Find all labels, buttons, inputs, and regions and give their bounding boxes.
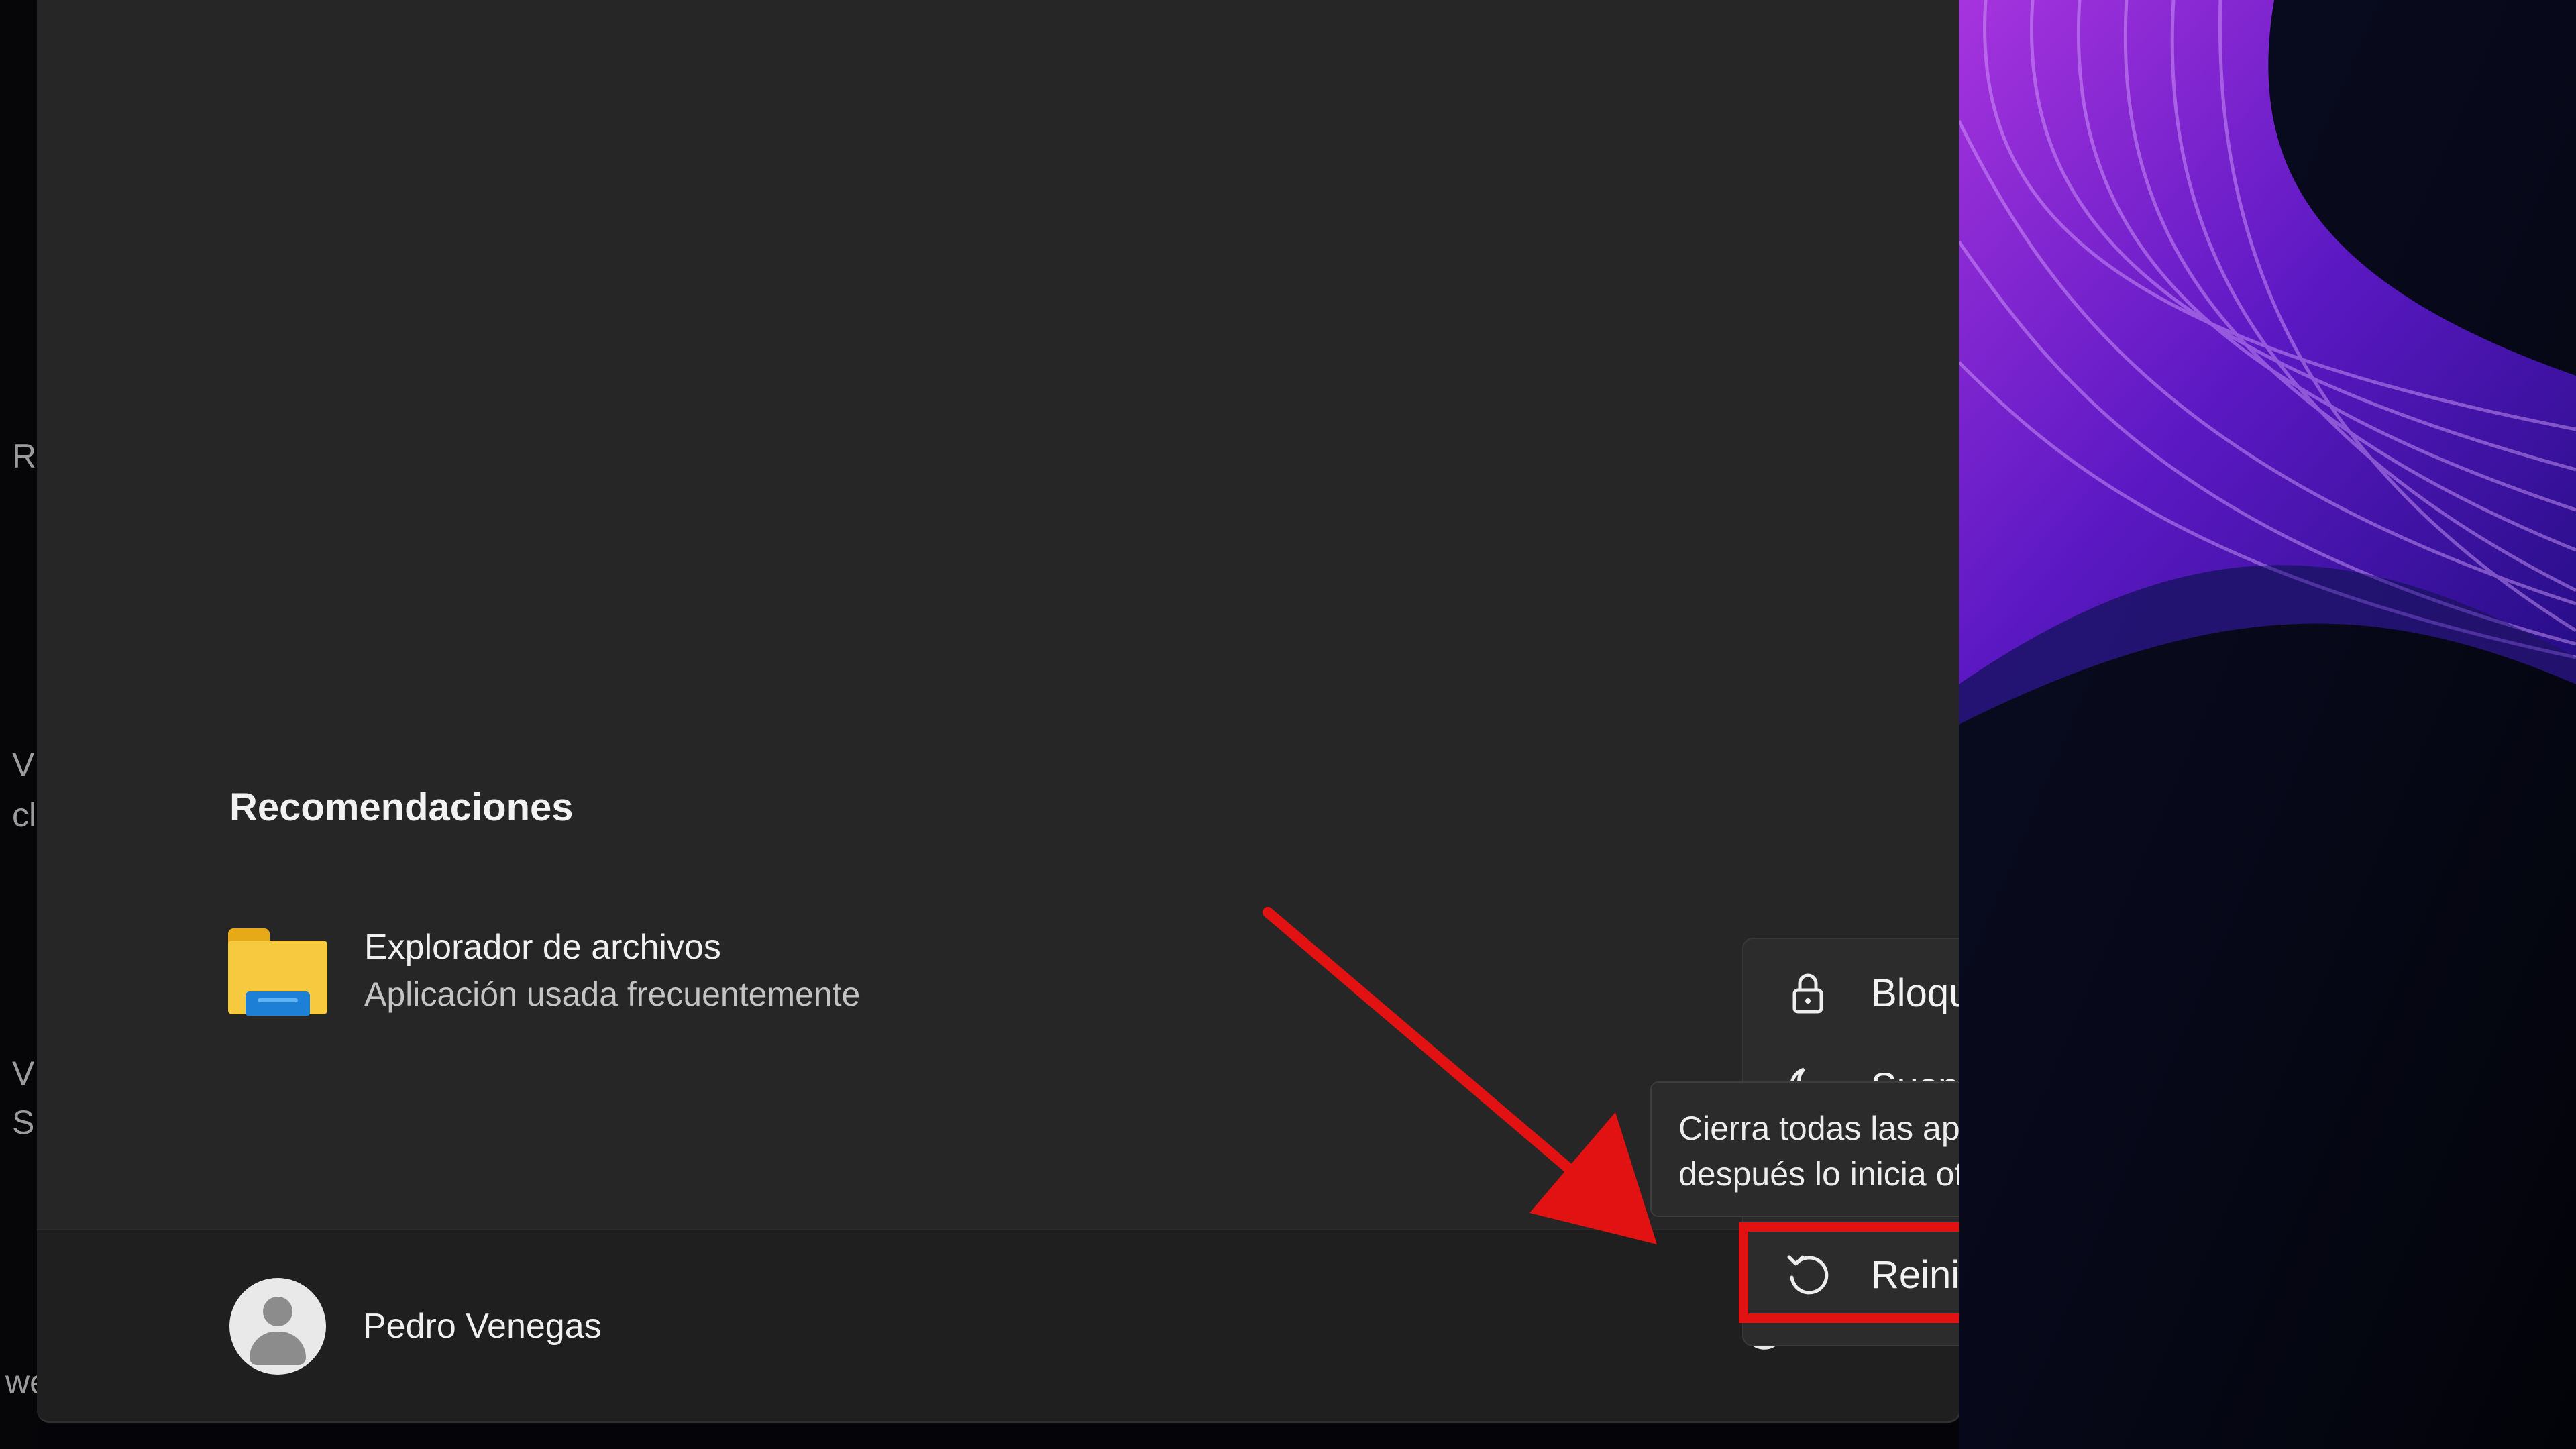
desktop-wallpaper [1959,0,2576,1449]
desktop-text-fragment: S [12,1104,35,1141]
desktop-text-fragment: V [12,1055,35,1092]
user-account-button[interactable]: Pedro Venegas [229,1278,602,1375]
recommendations-heading: Recomendaciones [229,786,574,829]
desktop-edge: R V cli V S we [0,0,48,1449]
desktop-text-fragment: V [12,746,35,784]
user-name: Pedro Venegas [363,1307,602,1346]
lock-icon [1792,973,1823,1014]
user-avatar-icon [229,1278,326,1375]
folder-icon [228,924,327,1017]
desktop-text-fragment: R [12,437,37,475]
recommendation-item-file-explorer[interactable]: Explorador de archivos Aplicación usada … [228,920,860,1021]
recommendation-title: Explorador de archivos [364,928,721,967]
recommendation-subtitle: Aplicación usada frecuentemente [364,975,861,1013]
annotation-arrow [1263,907,1657,1244]
